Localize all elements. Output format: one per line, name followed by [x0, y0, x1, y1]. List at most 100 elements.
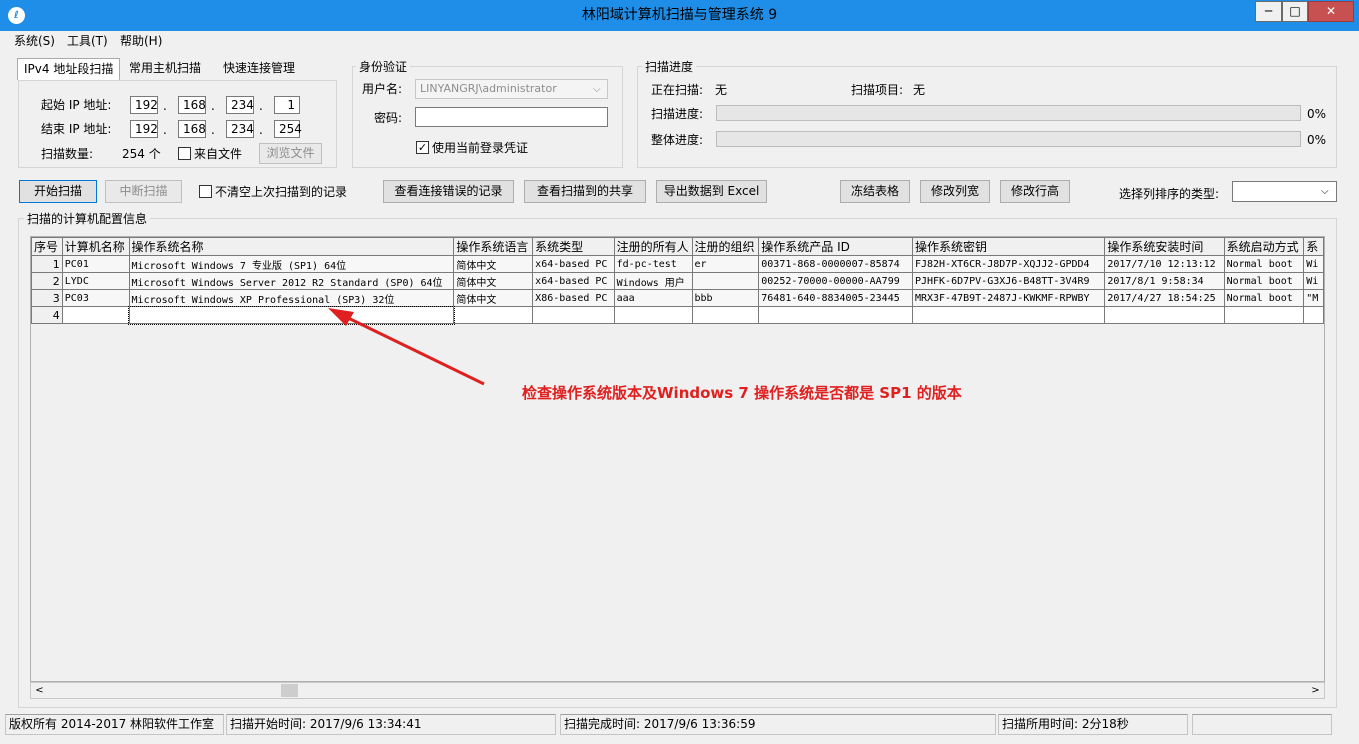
no-clear-checkbox[interactable]: [199, 185, 212, 198]
row-number-cell[interactable]: 2: [31, 272, 63, 290]
table-row[interactable]: 1 PC01 Microsoft Windows 7 专业版 (SP1) 64位 简体…: [31, 255, 1324, 273]
table-cell[interactable]: [1104, 306, 1225, 324]
table-cell[interactable]: Normal boot: [1223, 255, 1305, 273]
tab-quick-connect[interactable]: 快速连接管理: [217, 58, 301, 80]
column-header[interactable]: 操作系统安装时间: [1104, 237, 1225, 256]
menu-help[interactable]: 帮助(H): [120, 33, 162, 49]
minimize-button[interactable]: ─: [1255, 1, 1282, 22]
stop-scan-button[interactable]: 中断扫描: [105, 180, 182, 203]
end-ip-octet-1[interactable]: 192: [130, 120, 158, 138]
table-cell[interactable]: LYDC: [61, 272, 130, 290]
table-row[interactable]: 3 PC03 Microsoft Windows XP Professional (…: [31, 289, 1324, 307]
chevron-down-icon[interactable]: ⌵: [1321, 184, 1329, 200]
table-cell[interactable]: 2017/4/27 18:54:25: [1104, 289, 1225, 307]
table-cell[interactable]: 简体中文: [453, 272, 534, 290]
column-header[interactable]: 序号: [31, 237, 63, 256]
table-cell[interactable]: fd-pc-test: [613, 255, 693, 273]
column-header[interactable]: 注册的所有人: [613, 237, 693, 256]
browse-file-button[interactable]: 浏览文件: [259, 143, 322, 164]
table-cell[interactable]: Wi: [1303, 255, 1324, 273]
table-cell[interactable]: Wi: [1303, 272, 1324, 290]
table-cell[interactable]: [1303, 306, 1324, 324]
view-shares-button[interactable]: 查看扫描到的共享: [524, 180, 646, 203]
table-cell[interactable]: 2017/7/10 12:13:12: [1104, 255, 1225, 273]
table-cell[interactable]: Normal boot: [1223, 289, 1305, 307]
horizontal-scrollbar[interactable]: < >: [30, 682, 1325, 699]
chevron-down-icon[interactable]: ⌵: [593, 82, 601, 98]
end-ip-octet-3[interactable]: 234: [226, 120, 254, 138]
table-cell[interactable]: aaa: [613, 289, 693, 307]
edit-row-height-button[interactable]: 修改行高: [1000, 180, 1070, 203]
column-header[interactable]: 系统类型: [532, 237, 615, 256]
scanning-value: 无: [715, 83, 728, 97]
table-cell[interactable]: [911, 306, 1106, 324]
table-cell[interactable]: 76481-640-8834005-23445: [758, 289, 913, 307]
row-number-cell[interactable]: 3: [31, 289, 63, 307]
table-cell[interactable]: PJHFK-6D7PV-G3XJ6-B48TT-3V4R9: [911, 272, 1106, 290]
table-cell[interactable]: er: [691, 255, 760, 273]
menu-system[interactable]: 系统(S): [14, 33, 55, 49]
column-header[interactable]: 注册的组织: [691, 237, 760, 256]
table-row[interactable]: 2 LYDC Microsoft Windows Server 2012 R2 St…: [31, 272, 1324, 290]
row-number-cell[interactable]: 1: [31, 255, 63, 273]
column-header[interactable]: 操作系统密钥: [911, 237, 1106, 256]
column-header[interactable]: 操作系统产品 ID: [758, 237, 913, 256]
close-button[interactable]: ✕: [1308, 1, 1354, 22]
column-header[interactable]: 系: [1303, 237, 1324, 256]
table-cell[interactable]: 00252-70000-00000-AA799: [758, 272, 913, 290]
scroll-left-icon[interactable]: <: [31, 683, 48, 698]
tab-common-host-scan[interactable]: 常用主机扫描: [123, 58, 207, 80]
table-cell[interactable]: [758, 306, 913, 324]
table-cell[interactable]: 简体中文: [453, 255, 534, 273]
table-cell[interactable]: Windows 用户: [613, 272, 693, 290]
table-cell[interactable]: [61, 306, 130, 324]
start-ip-octet-1[interactable]: 192: [130, 96, 158, 114]
tab-ipv4-scan[interactable]: IPv4 地址段扫描: [17, 58, 121, 80]
column-header[interactable]: 系统启动方式: [1223, 237, 1305, 256]
username-combo[interactable]: LINYANGRJ\administrator: [415, 79, 608, 99]
end-ip-octet-2[interactable]: 168: [178, 120, 206, 138]
freeze-table-button[interactable]: 冻结表格: [840, 180, 910, 203]
start-ip-octet-4[interactable]: 1: [274, 96, 300, 114]
table-cell[interactable]: [691, 306, 760, 324]
table-cell[interactable]: MRX3F-47B9T-2487J-KWKMF-RPWBY: [911, 289, 1106, 307]
scroll-right-icon[interactable]: >: [1307, 683, 1324, 698]
end-ip-octet-4[interactable]: 254: [274, 120, 302, 138]
column-header[interactable]: 操作系统名称: [128, 237, 455, 256]
view-errors-button[interactable]: 查看连接错误的记录: [383, 180, 514, 203]
start-ip-octet-3[interactable]: 234: [226, 96, 254, 114]
table-cell[interactable]: Microsoft Windows 7 专业版 (SP1) 64位: [128, 255, 455, 273]
table-cell[interactable]: [613, 306, 693, 324]
table-cell[interactable]: [532, 306, 615, 324]
start-ip-octet-2[interactable]: 168: [178, 96, 206, 114]
scroll-thumb[interactable]: [281, 684, 298, 697]
computer-config-grid[interactable]: 序号 计算机名称 操作系统名称 操作系统语言 系统类型 注册的所有人 注册的组织…: [30, 236, 1325, 682]
table-row[interactable]: 4: [31, 305, 1324, 325]
table-cell[interactable]: 00371-868-0000007-85874: [758, 255, 913, 273]
from-file-checkbox[interactable]: [178, 147, 191, 160]
table-cell[interactable]: 2017/8/1 9:58:34: [1104, 272, 1225, 290]
table-cell[interactable]: x64-based PC: [532, 255, 615, 273]
menu-tools[interactable]: 工具(T): [67, 33, 108, 49]
table-cell[interactable]: x64-based PC: [532, 272, 615, 290]
use-current-credential-checkbox[interactable]: ✓: [416, 141, 429, 154]
table-cell[interactable]: Microsoft Windows Server 2012 R2 Standar…: [128, 272, 455, 290]
start-scan-button[interactable]: 开始扫描: [19, 180, 97, 203]
edit-column-width-button[interactable]: 修改列宽: [920, 180, 990, 203]
table-cell[interactable]: Normal boot: [1223, 272, 1305, 290]
annotation-arrow: [328, 308, 485, 386]
export-excel-button[interactable]: 导出数据到 Excel: [656, 180, 767, 203]
table-cell[interactable]: PC01: [61, 255, 130, 273]
table-cell[interactable]: [1223, 306, 1305, 324]
column-header[interactable]: 操作系统语言: [453, 237, 534, 256]
table-cell[interactable]: [691, 272, 760, 290]
table-cell[interactable]: PC03: [61, 289, 130, 307]
table-cell[interactable]: X86-based PC: [532, 289, 615, 307]
maximize-button[interactable]: □: [1282, 1, 1308, 22]
table-cell[interactable]: FJ82H-XT6CR-J8D7P-XQJJ2-GPDD4: [911, 255, 1106, 273]
row-number-cell[interactable]: 4: [31, 306, 63, 324]
table-cell[interactable]: bbb: [691, 289, 760, 307]
table-cell[interactable]: "M: [1303, 289, 1324, 307]
password-input[interactable]: [415, 107, 608, 127]
column-header[interactable]: 计算机名称: [61, 237, 130, 256]
